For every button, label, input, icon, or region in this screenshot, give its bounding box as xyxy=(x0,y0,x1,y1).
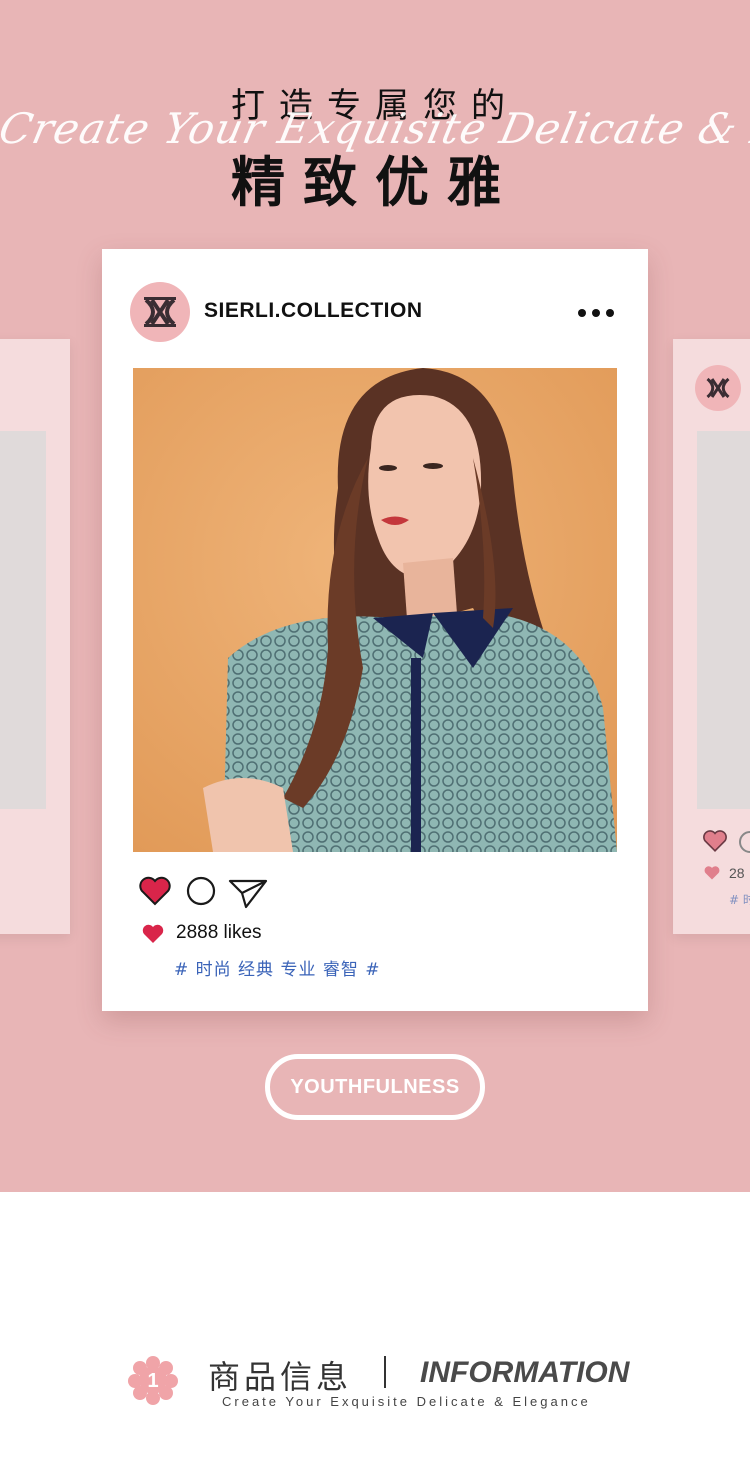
post-hashtags[interactable]: # 时尚 经典 专业 睿智 # xyxy=(174,955,381,980)
side-card-image-placeholder xyxy=(0,431,46,809)
section-number: 1 xyxy=(147,1370,158,1392)
post-photo[interactable] xyxy=(133,368,617,852)
side-card-image-placeholder xyxy=(697,431,750,809)
section-title-cn: 商品信息 xyxy=(208,1358,353,1396)
brand-logo-icon xyxy=(706,377,730,399)
likes-heart-icon xyxy=(142,924,164,943)
comment-icon[interactable] xyxy=(186,876,216,906)
post-username[interactable]: SIERLI.COLLECTION xyxy=(204,299,423,323)
share-icon[interactable] xyxy=(228,877,268,909)
likes-count: 2888 likes xyxy=(176,922,262,943)
brand-logo-icon xyxy=(144,297,176,327)
more-icon[interactable] xyxy=(576,307,616,319)
post-card: SIERLI.COLLECTION 2888 likes # 时尚 经典 专业 … xyxy=(102,249,648,1011)
youthfulness-button[interactable]: YOUTHFULNESS xyxy=(265,1054,485,1120)
youthfulness-label: YOUTHFULNESS xyxy=(290,1075,460,1098)
side-hashtags: # 时 xyxy=(729,893,750,907)
heart-icon xyxy=(704,866,720,880)
flower-number-badge: 1 xyxy=(128,1356,178,1405)
hero-section: 打造专属您的 Create Your Exquisite Delicate & … xyxy=(0,0,750,1192)
section-subtitle: Create Your Exquisite Delicate & Eleganc… xyxy=(222,1394,591,1409)
heart-icon[interactable] xyxy=(701,829,729,853)
section-title-en: INFORMATION xyxy=(420,1356,630,1389)
side-likes-text: 28 xyxy=(729,865,745,881)
side-card-left[interactable] xyxy=(0,339,70,934)
side-card-avatar xyxy=(695,365,741,411)
side-card-right[interactable]: 28 # 时 xyxy=(673,339,750,934)
heart-icon[interactable] xyxy=(138,875,172,907)
section-divider xyxy=(384,1356,386,1388)
comment-icon[interactable] xyxy=(739,831,750,853)
headline-line2: 精致优雅 xyxy=(231,151,519,214)
avatar[interactable] xyxy=(130,282,190,342)
